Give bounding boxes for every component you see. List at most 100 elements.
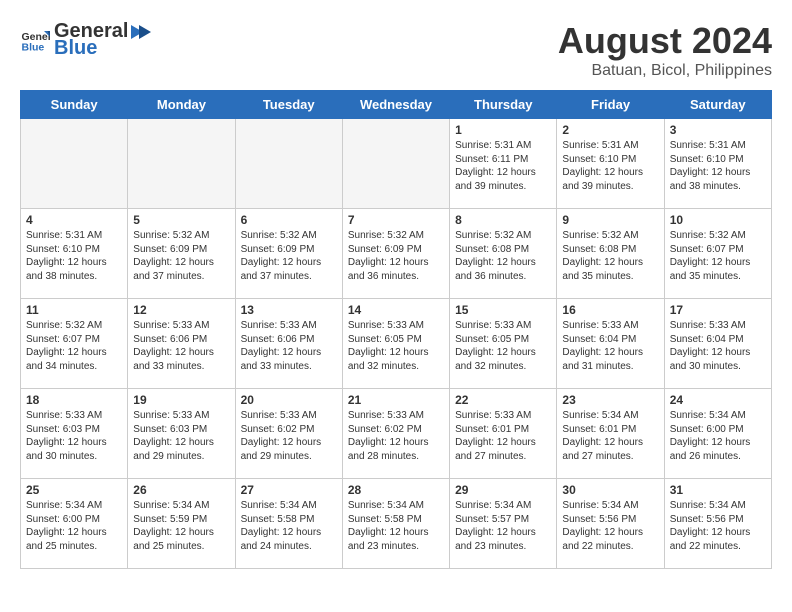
day-header-sunday: Sunday — [21, 91, 128, 119]
calendar-cell: 11Sunrise: 5:32 AM Sunset: 6:07 PM Dayli… — [21, 299, 128, 389]
calendar-cell: 23Sunrise: 5:34 AM Sunset: 6:01 PM Dayli… — [557, 389, 664, 479]
calendar-cell: 20 Sunrise: 5:33 AM Sunset: 6:02 PM Dayli… — [235, 389, 342, 479]
date-number: 2 — [562, 123, 658, 137]
calendar-cell: 14 Sunrise: 5:33 AM Sunset: 6:05 PM Dayli… — [342, 299, 449, 389]
calendar-cell: 17 Sunrise: 5:33 AM Sunset: 6:04 PM Dayli… — [664, 299, 771, 389]
day-header-wednesday: Wednesday — [342, 91, 449, 119]
calendar-cell: 25 Sunrise: 5:34 AM Sunset: 6:00 PM Dayli… — [21, 479, 128, 569]
calendar-cell: 1Sunrise: 5:31 AM Sunset: 6:11 PM Daylig… — [450, 119, 557, 209]
calendar-table: SundayMondayTuesdayWednesdayThursdayFrid… — [20, 90, 772, 569]
calendar-cell — [21, 119, 128, 209]
cell-info: Sunrise: 5:34 AM Sunset: 5:56 PM Dayligh… — [562, 499, 658, 553]
day-header-monday: Monday — [128, 91, 235, 119]
calendar-cell — [235, 119, 342, 209]
date-number: 3 — [670, 123, 766, 137]
cell-info: Sunrise: 5:33 AM Sunset: 6:02 PM Dayligh… — [348, 409, 444, 463]
calendar-cell: 26Sunrise: 5:34 AM Sunset: 5:59 PM Dayli… — [128, 479, 235, 569]
day-header-saturday: Saturday — [664, 91, 771, 119]
logo-icon: General Blue — [20, 25, 50, 55]
cell-info: Sunrise: 5:33 AM Sunset: 6:06 PM Dayligh… — [241, 319, 337, 373]
date-number: 4 — [26, 213, 122, 227]
calendar-cell: 3 Sunrise: 5:31 AM Sunset: 6:10 PM Daylig… — [664, 119, 771, 209]
calendar-week-3: 11Sunrise: 5:32 AM Sunset: 6:07 PM Dayli… — [21, 299, 772, 389]
date-number: 29 — [455, 483, 551, 497]
calendar-cell: 22Sunrise: 5:33 AM Sunset: 6:01 PM Dayli… — [450, 389, 557, 479]
cell-info: Sunrise: 5:34 AM Sunset: 5:56 PM Dayligh… — [670, 499, 766, 553]
date-number: 14 — [348, 303, 444, 317]
date-number: 10 — [670, 213, 766, 227]
calendar-cell: 21 Sunrise: 5:33 AM Sunset: 6:02 PM Dayli… — [342, 389, 449, 479]
date-number: 1 — [455, 123, 551, 137]
title-block: August 2024 Batuan, Bicol, Philippines — [558, 20, 772, 80]
calendar-cell: 16Sunrise: 5:33 AM Sunset: 6:04 PM Dayli… — [557, 299, 664, 389]
calendar-cell: 12 Sunrise: 5:33 AM Sunset: 6:06 PM Dayli… — [128, 299, 235, 389]
date-number: 20 — [241, 393, 337, 407]
day-header-thursday: Thursday — [450, 91, 557, 119]
calendar-cell: 24 Sunrise: 5:34 AM Sunset: 6:00 PM Dayli… — [664, 389, 771, 479]
calendar-cell: 10 Sunrise: 5:32 AM Sunset: 6:07 PM Dayli… — [664, 209, 771, 299]
calendar-cell: 30 Sunrise: 5:34 AM Sunset: 5:56 PM Dayli… — [557, 479, 664, 569]
cell-info: Sunrise: 5:31 AM Sunset: 6:10 PM Dayligh… — [562, 139, 658, 193]
cell-info: Sunrise: 5:34 AM Sunset: 6:00 PM Dayligh… — [670, 409, 766, 463]
calendar-week-5: 25 Sunrise: 5:34 AM Sunset: 6:00 PM Dayli… — [21, 479, 772, 569]
calendar-week-1: 1Sunrise: 5:31 AM Sunset: 6:11 PM Daylig… — [21, 119, 772, 209]
date-number: 6 — [241, 213, 337, 227]
calendar-week-4: 18 Sunrise: 5:33 AM Sunset: 6:03 PM Dayli… — [21, 389, 772, 479]
cell-info: Sunrise: 5:33 AM Sunset: 6:05 PM Dayligh… — [455, 319, 551, 373]
date-number: 24 — [670, 393, 766, 407]
date-number: 22 — [455, 393, 551, 407]
calendar-cell: 5Sunrise: 5:32 AM Sunset: 6:09 PM Daylig… — [128, 209, 235, 299]
logo-arrow-icon — [129, 21, 151, 43]
calendar-cell: 19 Sunrise: 5:33 AM Sunset: 6:03 PM Dayli… — [128, 389, 235, 479]
date-number: 8 — [455, 213, 551, 227]
date-number: 25 — [26, 483, 122, 497]
cell-info: Sunrise: 5:32 AM Sunset: 6:09 PM Dayligh… — [133, 229, 229, 283]
cell-info: Sunrise: 5:32 AM Sunset: 6:08 PM Dayligh… — [455, 229, 551, 283]
cell-info: Sunrise: 5:33 AM Sunset: 6:03 PM Dayligh… — [26, 409, 122, 463]
cell-info: Sunrise: 5:33 AM Sunset: 6:04 PM Dayligh… — [670, 319, 766, 373]
date-number: 7 — [348, 213, 444, 227]
cell-info: Sunrise: 5:34 AM Sunset: 6:00 PM Dayligh… — [26, 499, 122, 553]
date-number: 30 — [562, 483, 658, 497]
cell-info: Sunrise: 5:34 AM Sunset: 5:59 PM Dayligh… — [133, 499, 229, 553]
cell-info: Sunrise: 5:33 AM Sunset: 6:04 PM Dayligh… — [562, 319, 658, 373]
calendar-cell: 28 Sunrise: 5:34 AM Sunset: 5:58 PM Dayli… — [342, 479, 449, 569]
date-number: 28 — [348, 483, 444, 497]
cell-info: Sunrise: 5:33 AM Sunset: 6:05 PM Dayligh… — [348, 319, 444, 373]
date-number: 27 — [241, 483, 337, 497]
cell-info: Sunrise: 5:33 AM Sunset: 6:06 PM Dayligh… — [133, 319, 229, 373]
calendar-cell — [128, 119, 235, 209]
date-number: 9 — [562, 213, 658, 227]
cell-info: Sunrise: 5:33 AM Sunset: 6:03 PM Dayligh… — [133, 409, 229, 463]
date-number: 21 — [348, 393, 444, 407]
cell-info: Sunrise: 5:32 AM Sunset: 6:07 PM Dayligh… — [670, 229, 766, 283]
cell-info: Sunrise: 5:31 AM Sunset: 6:10 PM Dayligh… — [26, 229, 122, 283]
calendar-cell: 15Sunrise: 5:33 AM Sunset: 6:05 PM Dayli… — [450, 299, 557, 389]
date-number: 19 — [133, 393, 229, 407]
cell-info: Sunrise: 5:32 AM Sunset: 6:08 PM Dayligh… — [562, 229, 658, 283]
cell-info: Sunrise: 5:32 AM Sunset: 6:09 PM Dayligh… — [348, 229, 444, 283]
date-number: 13 — [241, 303, 337, 317]
calendar-cell: 4 Sunrise: 5:31 AM Sunset: 6:10 PM Daylig… — [21, 209, 128, 299]
cell-info: Sunrise: 5:32 AM Sunset: 6:09 PM Dayligh… — [241, 229, 337, 283]
date-number: 12 — [133, 303, 229, 317]
calendar-cell: 27 Sunrise: 5:34 AM Sunset: 5:58 PM Dayli… — [235, 479, 342, 569]
month-year: August 2024 — [558, 20, 772, 62]
date-number: 18 — [26, 393, 122, 407]
date-number: 17 — [670, 303, 766, 317]
cell-info: Sunrise: 5:34 AM Sunset: 5:58 PM Dayligh… — [348, 499, 444, 553]
cell-info: Sunrise: 5:33 AM Sunset: 6:02 PM Dayligh… — [241, 409, 337, 463]
date-number: 31 — [670, 483, 766, 497]
page-header: General Blue General Blue August 2024 Ba… — [20, 20, 772, 80]
date-number: 11 — [26, 303, 122, 317]
cell-info: Sunrise: 5:34 AM Sunset: 6:01 PM Dayligh… — [562, 409, 658, 463]
location: Batuan, Bicol, Philippines — [558, 62, 772, 80]
cell-info: Sunrise: 5:31 AM Sunset: 6:10 PM Dayligh… — [670, 139, 766, 193]
calendar-cell: 6 Sunrise: 5:32 AM Sunset: 6:09 PM Daylig… — [235, 209, 342, 299]
cell-info: Sunrise: 5:34 AM Sunset: 5:58 PM Dayligh… — [241, 499, 337, 553]
cell-info: Sunrise: 5:34 AM Sunset: 5:57 PM Dayligh… — [455, 499, 551, 553]
logo: General Blue General Blue — [20, 20, 152, 60]
calendar-cell: 13 Sunrise: 5:33 AM Sunset: 6:06 PM Dayli… — [235, 299, 342, 389]
calendar-cell: 29 Sunrise: 5:34 AM Sunset: 5:57 PM Dayli… — [450, 479, 557, 569]
svg-text:Blue: Blue — [22, 42, 45, 54]
